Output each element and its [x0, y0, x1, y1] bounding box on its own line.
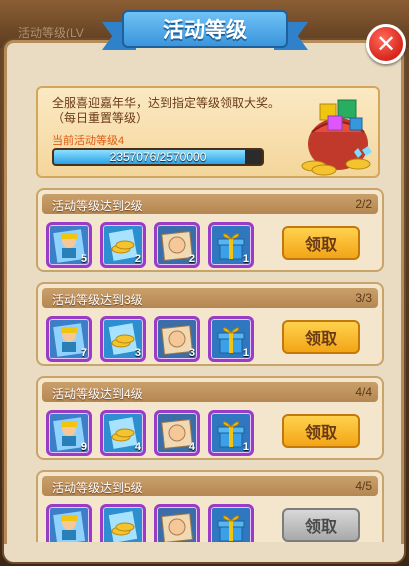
task-title: 活动等级达到4级	[52, 387, 143, 401]
task-title: 活动等级达到3级	[52, 293, 143, 307]
reward-slot[interactable]: 7	[46, 316, 92, 362]
reward-quantity: 7	[80, 347, 87, 359]
task-row: 活动等级达到2级 2/2 5 2 2 1 领取	[36, 188, 384, 272]
reward-slot[interactable]: 2	[100, 222, 146, 268]
gift-bag-icon	[301, 99, 372, 176]
claim-button[interactable]: 领取	[282, 320, 360, 354]
reward-quantity: 1	[242, 347, 249, 359]
task-progress-count: 2/2	[355, 197, 372, 211]
task-progress-count: 3/3	[355, 291, 372, 305]
reward-slot[interactable]: 2	[154, 222, 200, 268]
gift-box-icon	[217, 515, 245, 542]
reward-quantity: 9	[80, 441, 87, 453]
task-row: 活动等级达到5级 4/5 领取	[36, 470, 384, 542]
task-progress-count: 4/5	[355, 479, 372, 493]
reward-quantity: 1	[242, 253, 249, 265]
reward-slot[interactable]: 1	[208, 316, 254, 362]
reward-slot[interactable]: 5	[46, 222, 92, 268]
task-header: 活动等级达到2级 2/2	[42, 194, 378, 214]
reward-slot[interactable]	[208, 504, 254, 542]
reward-slot[interactable]: 9	[46, 410, 92, 456]
reward-slot[interactable]	[100, 504, 146, 542]
current-level-label: 当前活动等级4	[52, 135, 125, 147]
reward-quantity: 2	[134, 253, 141, 265]
reward-quantity: 3	[188, 347, 195, 359]
task-title: 活动等级达到5级	[52, 481, 143, 495]
reward-quantity: 4	[134, 441, 141, 453]
coin-item-icon	[108, 511, 138, 542]
reward-quantity: 4	[188, 441, 195, 453]
reward-slot[interactable]: 3	[154, 316, 200, 362]
task-list[interactable]: 活动等级达到2级 2/2 5 2 2 1 领取 活动等级达到3级 3/3 7 3 3 1 领取 活动等级达到…	[36, 188, 384, 542]
close-icon: ✕	[375, 30, 397, 58]
task-row: 活动等级达到4级 4/4 9 4 4 1 领取	[36, 376, 384, 460]
claim-button[interactable]: 领取	[282, 414, 360, 448]
reward-slot[interactable]	[154, 504, 200, 542]
task-progress-count: 4/4	[355, 385, 372, 399]
reward-slot[interactable]: 1	[208, 410, 254, 456]
event-description: 全服喜迎嘉年华，达到指定等级领取大奖。（每日重置等级）	[52, 96, 281, 125]
panel-footer	[4, 544, 404, 562]
event-info-card: 全服喜迎嘉年华，达到指定等级领取大奖。（每日重置等级） 当前活动等级4 2357…	[36, 86, 380, 178]
panel-title: 活动等级	[122, 10, 288, 48]
reward-slot[interactable]: 1	[208, 222, 254, 268]
reward-quantity: 5	[80, 253, 87, 265]
task-header: 活动等级达到4级 4/4	[42, 382, 378, 402]
reward-slot[interactable]	[46, 504, 92, 542]
hand-scroll-item-icon	[161, 513, 193, 542]
reward-slot[interactable]: 3	[100, 316, 146, 362]
reward-quantity: 2	[188, 253, 195, 265]
reward-slot[interactable]: 4	[154, 410, 200, 456]
worker-character-card-icon	[53, 511, 86, 542]
close-button[interactable]: ✕	[366, 24, 406, 64]
claim-button[interactable]: 领取	[282, 226, 360, 260]
reward-slot[interactable]: 4	[100, 410, 146, 456]
reward-quantity: 1	[242, 441, 249, 453]
task-row: 活动等级达到3级 3/3 7 3 3 1 领取	[36, 282, 384, 366]
background-label: 活动等级(LV	[18, 26, 84, 40]
claim-button[interactable]: 领取	[282, 508, 360, 542]
reward-quantity: 3	[134, 347, 141, 359]
task-header: 活动等级达到5级 4/5	[42, 476, 378, 496]
title-ribbon: 活动等级	[102, 6, 308, 56]
level-progress-bar: 2357076/2570000	[52, 148, 264, 166]
task-header: 活动等级达到3级 3/3	[42, 288, 378, 308]
task-title: 活动等级达到2级	[52, 199, 143, 213]
progress-text: 2357076/2570000	[109, 150, 207, 164]
